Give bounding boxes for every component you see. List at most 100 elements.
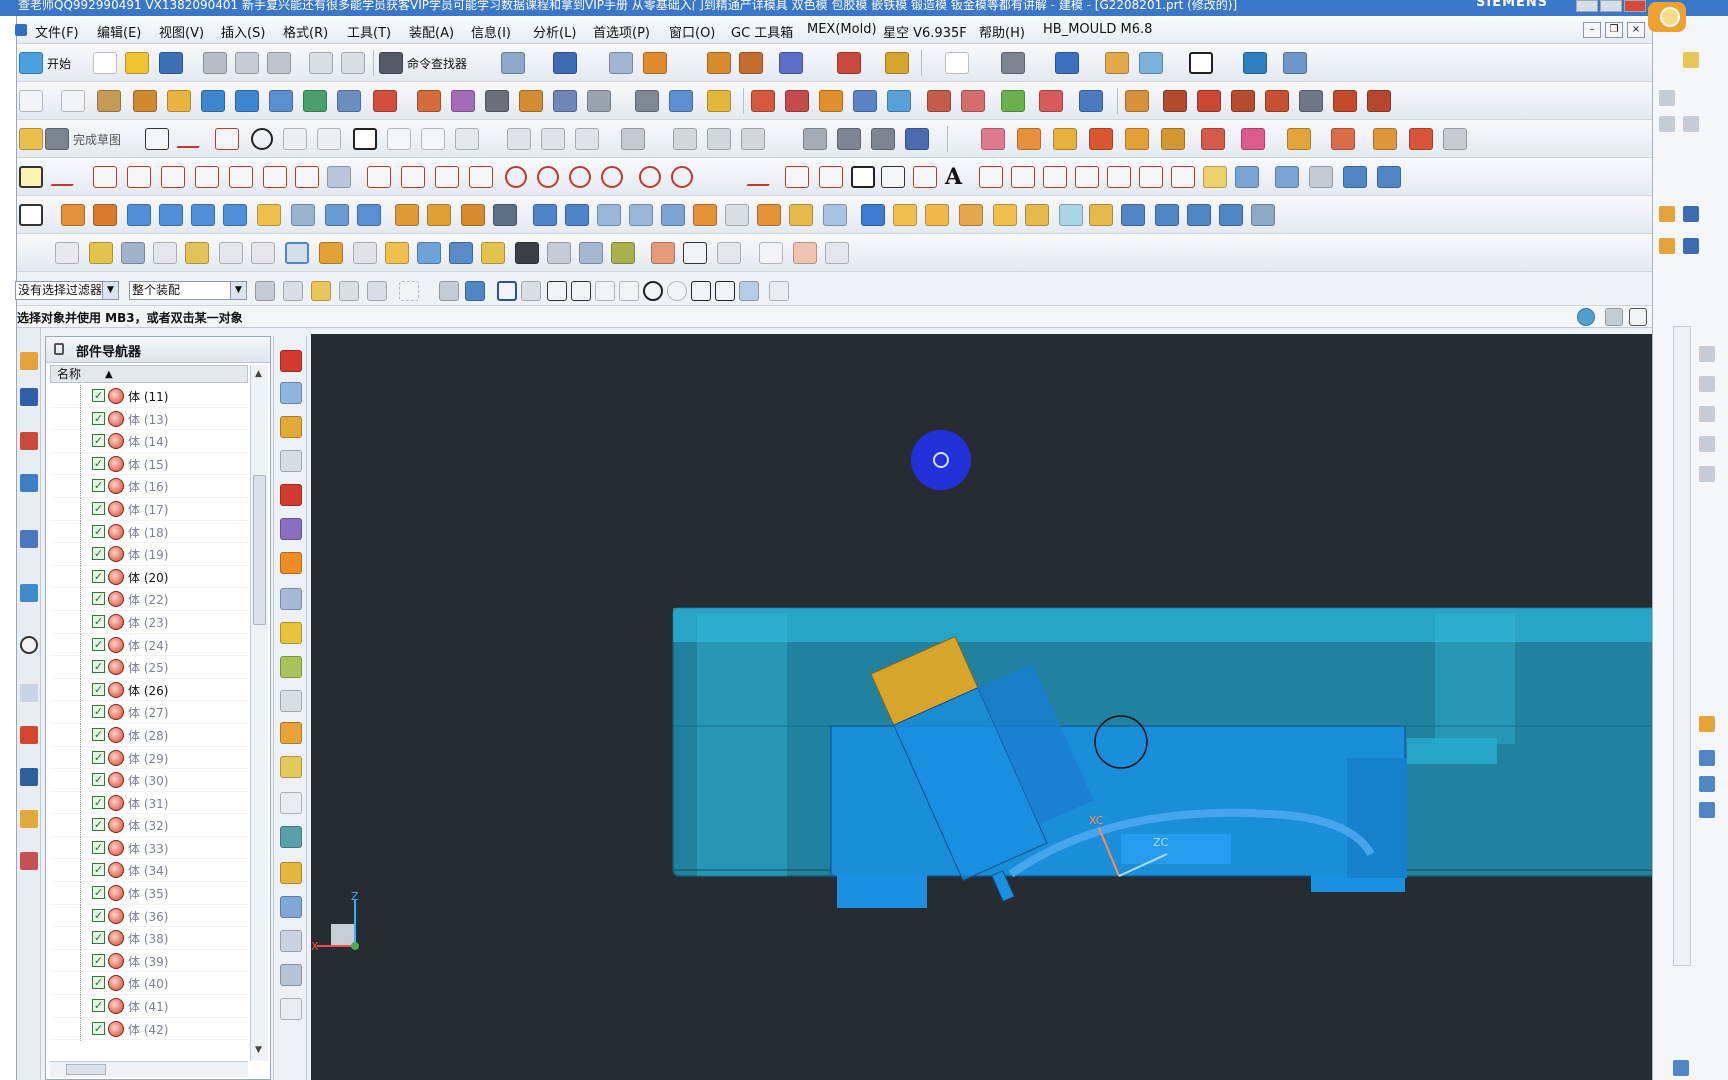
- offset-3d-curve-icon[interactable]: [1343, 166, 1367, 188]
- visibility-checkbox[interactable]: ✓: [92, 524, 105, 538]
- extrude-icon[interactable]: [1089, 128, 1113, 150]
- panel-move-icon[interactable]: [1699, 436, 1715, 452]
- edit-body-icon[interactable]: [280, 722, 302, 744]
- pyramid-icon[interactable]: [1219, 204, 1243, 226]
- bend-icon[interactable]: [757, 204, 781, 226]
- tool-icon[interactable]: [285, 242, 309, 264]
- red-cube-icon[interactable]: [280, 350, 302, 372]
- yellow-box-icon[interactable]: [280, 756, 302, 778]
- globe-icon[interactable]: [1577, 308, 1595, 326]
- visibility-checkbox[interactable]: ✓: [92, 886, 105, 900]
- mirror-icon[interactable]: [1079, 90, 1103, 112]
- visibility-checkbox[interactable]: ✓: [92, 479, 105, 493]
- finish-sketch-icon[interactable]: [45, 128, 69, 150]
- visibility-checkbox[interactable]: ✓: [92, 976, 105, 990]
- assembly-constraint-icon[interactable]: [280, 450, 302, 472]
- wave-link-icon[interactable]: [643, 52, 667, 74]
- m-tool-icon[interactable]: [280, 690, 302, 712]
- block-icon[interactable]: [61, 204, 85, 226]
- chamfer-solid-icon[interactable]: [291, 204, 315, 226]
- visibility-checkbox[interactable]: ✓: [92, 434, 105, 448]
- base-tool-icon[interactable]: [280, 826, 302, 848]
- line-icon[interactable]: [176, 126, 212, 148]
- visibility-checkbox[interactable]: ✓: [92, 614, 105, 628]
- arc-end-icon[interactable]: [401, 166, 425, 188]
- sheet-metal-icon[interactable]: [661, 204, 685, 226]
- gate-icon[interactable]: [481, 242, 505, 264]
- mirror-feature-icon[interactable]: [427, 204, 451, 226]
- datum-plane-icon[interactable]: [19, 204, 43, 226]
- doc-restore-button[interactable]: ❐: [1605, 22, 1623, 38]
- polygon-curve-icon[interactable]: [979, 166, 1003, 188]
- panel-angle-icon[interactable]: [1683, 238, 1699, 254]
- navigator-row[interactable]: ✓ 体 (40): [50, 972, 248, 996]
- draft-icon[interactable]: [1039, 90, 1063, 112]
- info-icon[interactable]: [553, 52, 577, 74]
- unite-icon[interactable]: [981, 128, 1005, 150]
- assembly-navigator-icon[interactable]: [20, 352, 38, 370]
- insert-frame-icon[interactable]: [547, 242, 571, 264]
- arc-icon[interactable]: [215, 128, 239, 150]
- open-folder-icon[interactable]: [125, 52, 149, 74]
- circle-three-point-icon[interactable]: [537, 166, 559, 188]
- constraint-navigator-icon[interactable]: [20, 388, 38, 406]
- crescent-icon[interactable]: [925, 204, 949, 226]
- fillet-icon[interactable]: [283, 128, 307, 150]
- navigator-row[interactable]: ✓ 体 (11): [50, 385, 248, 408]
- visibility-checkbox[interactable]: ✓: [92, 501, 105, 515]
- general-selection-icon[interactable]: [283, 281, 303, 301]
- snap-point-icon[interactable]: [465, 281, 485, 301]
- resize-blend-icon[interactable]: [927, 90, 951, 112]
- circle-center-icon[interactable]: [505, 166, 527, 188]
- pin-icon[interactable]: [54, 343, 64, 355]
- connector-icon[interactable]: [1059, 204, 1083, 226]
- secondary-scrollbar[interactable]: [1673, 326, 1691, 966]
- snap-lock-icon[interactable]: [19, 166, 43, 188]
- ruled-surface-icon[interactable]: [133, 90, 157, 112]
- snap-on-face-icon[interactable]: [739, 281, 759, 301]
- visibility-checkbox[interactable]: ✓: [92, 411, 105, 425]
- navigator-vertical-scrollbar[interactable]: ▲ ▼: [250, 365, 268, 1061]
- cut-body-icon[interactable]: [280, 930, 302, 952]
- quick-extend-icon[interactable]: [541, 128, 565, 150]
- through-curves-icon[interactable]: [167, 90, 191, 112]
- snap-grid-icon[interactable]: [521, 281, 541, 301]
- arc-full-icon[interactable]: [469, 166, 493, 188]
- parabola-icon[interactable]: [1043, 166, 1067, 188]
- snap-intersection-icon[interactable]: [619, 281, 639, 301]
- panel-draw-icon[interactable]: [1683, 206, 1699, 222]
- arc-radius-icon[interactable]: [435, 166, 459, 188]
- boss-icon[interactable]: [1201, 128, 1225, 150]
- navigator-row[interactable]: ✓ 体 (42): [50, 1017, 248, 1041]
- cylinder-icon[interactable]: [93, 204, 117, 226]
- layers-icon[interactable]: [1025, 204, 1049, 226]
- delete-face-icon[interactable]: [785, 90, 809, 112]
- view-restore-icon[interactable]: [1605, 308, 1623, 326]
- measure-icon[interactable]: [707, 52, 731, 74]
- bom-icon[interactable]: [683, 242, 707, 264]
- constraint-icon[interactable]: [741, 128, 765, 150]
- navigator-row[interactable]: ✓ 体 (29): [50, 746, 248, 770]
- cut-icon[interactable]: [203, 52, 227, 74]
- arc-wizard-icon[interactable]: [785, 166, 809, 188]
- ruler-icon[interactable]: [885, 52, 909, 74]
- chevron-down-icon[interactable]: ▼: [230, 282, 246, 299]
- report-icon[interactable]: [825, 242, 849, 264]
- studio-surface-icon[interactable]: [269, 90, 293, 112]
- cone-icon[interactable]: [127, 204, 151, 226]
- column-header-name[interactable]: 名称 ▲: [50, 365, 248, 383]
- layer-stack-icon[interactable]: [219, 242, 243, 264]
- visibility-checkbox[interactable]: ✓: [92, 456, 105, 470]
- mirror-curve-icon[interactable]: [673, 128, 697, 150]
- lifter-icon[interactable]: [611, 242, 635, 264]
- menu-hb-mould[interactable]: HB_MOULD M6.8: [1043, 22, 1152, 37]
- arc-center-icon[interactable]: [367, 166, 391, 188]
- reset-filter-icon[interactable]: [255, 281, 275, 301]
- visibility-checkbox[interactable]: ✓: [92, 953, 105, 967]
- menu-file[interactable]: 文件(F): [35, 22, 79, 41]
- visibility-checkbox[interactable]: ✓: [92, 750, 105, 764]
- visibility-checkbox[interactable]: ✓: [92, 660, 105, 674]
- check-mark-icon[interactable]: [89, 242, 113, 264]
- snap-quadrant-icon[interactable]: [667, 281, 687, 301]
- web-browser-icon[interactable]: [20, 584, 38, 602]
